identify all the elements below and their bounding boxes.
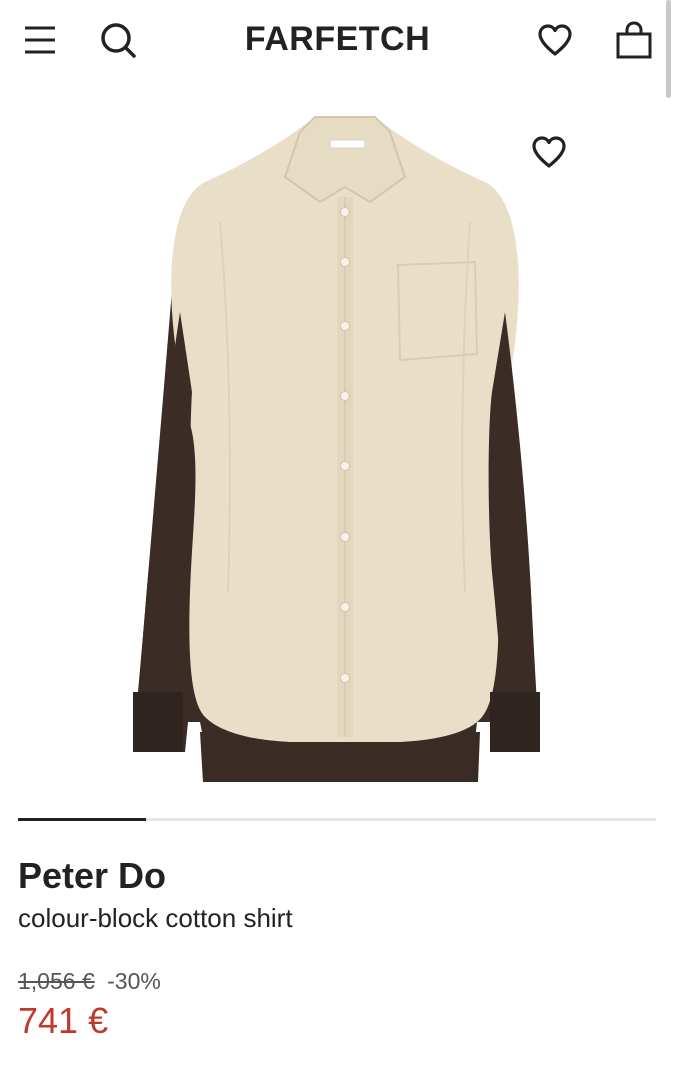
add-to-wishlist-button[interactable] [525, 128, 573, 176]
heart-icon [538, 24, 572, 56]
product-brand[interactable]: Peter Do [18, 855, 166, 897]
gallery-progress-fill [18, 818, 146, 821]
wishlist-button[interactable] [533, 18, 577, 62]
sale-price: 741 € [18, 1000, 109, 1041]
price-row: 1,056 € -30% [18, 968, 161, 995]
page-scrollbar[interactable] [666, 0, 671, 98]
bag-icon [616, 21, 652, 59]
product-image [133, 116, 540, 782]
original-price: 1,056 € [18, 968, 95, 994]
product-image-gallery[interactable] [0, 92, 675, 812]
discount-badge: -30% [107, 968, 161, 994]
bag-button[interactable] [612, 18, 656, 62]
product-name: colour-block cotton shirt [18, 903, 293, 933]
gallery-progress-bar [18, 818, 656, 821]
top-header: FARFETCH [0, 0, 675, 80]
heart-icon [532, 136, 566, 168]
